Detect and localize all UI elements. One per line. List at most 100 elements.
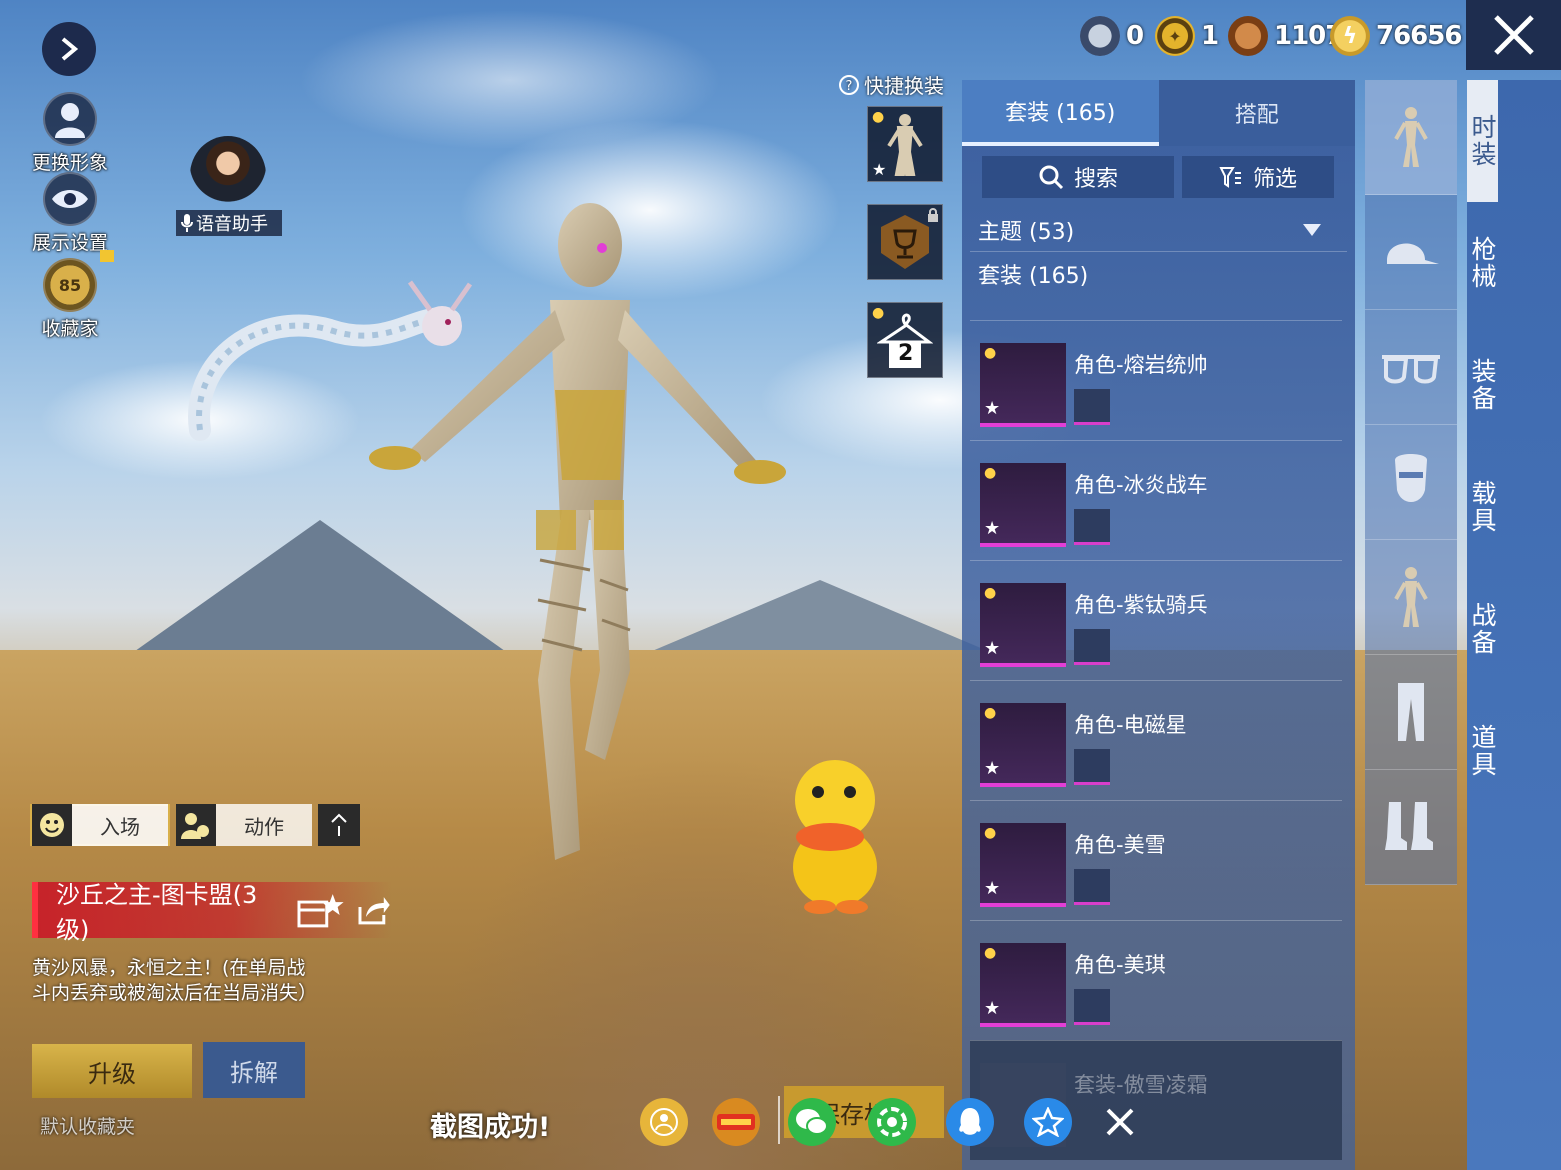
list-item[interactable]: ● ★ 角色-熔岩统帅 bbox=[970, 320, 1342, 440]
upgrade-button[interactable]: 升级 bbox=[32, 1044, 192, 1098]
outfit-mini-thumbnail bbox=[1074, 869, 1110, 905]
list-item[interactable]: ● ★ 角色-美琪 bbox=[970, 920, 1342, 1040]
pose-icon bbox=[176, 804, 216, 846]
assistant-avatar bbox=[190, 136, 266, 214]
character-icon: ● bbox=[984, 945, 997, 961]
quick-change-header[interactable]: ? 快捷换装 bbox=[838, 70, 944, 99]
star-icon: ★ bbox=[984, 758, 1001, 779]
action-label: 动作 bbox=[216, 804, 312, 846]
quick-slot-2[interactable] bbox=[867, 204, 943, 280]
list-item[interactable]: ● ★ 角色-美雪 bbox=[970, 800, 1342, 920]
outfit-name: 角色-美雪 bbox=[1074, 833, 1166, 857]
category-body[interactable] bbox=[1365, 540, 1457, 655]
outfit-name: 角色-熔岩统帅 bbox=[1074, 353, 1208, 377]
search-button[interactable]: 搜索 bbox=[982, 156, 1174, 198]
theme-section[interactable]: 主题 (53) bbox=[970, 208, 1347, 252]
share-game-app-button[interactable] bbox=[712, 1098, 760, 1146]
glasses-icon bbox=[1382, 355, 1440, 384]
tab-suits[interactable]: 套装 (165) bbox=[962, 80, 1159, 146]
right-nav: 时装 枪械 装备 载具 战备 道具 bbox=[1467, 80, 1561, 1170]
outfit-panel: 套装 (165) 搭配 搜索 筛选 主题 (53) 套装 (165) ● ★ 角色… bbox=[962, 80, 1355, 1170]
selected-item-title: 沙丘之主-图卡盟(3级) bbox=[32, 881, 392, 944]
qq-icon bbox=[959, 1108, 981, 1135]
display-settings-button[interactable]: 展示设置 bbox=[30, 172, 110, 255]
close-icon bbox=[1493, 15, 1534, 55]
share-moments-button[interactable] bbox=[868, 1098, 916, 1146]
quick-slot-1[interactable]: ★ ● bbox=[867, 106, 943, 182]
eye-icon bbox=[43, 172, 97, 226]
trophy-icon bbox=[881, 215, 929, 269]
game-logo-icon bbox=[717, 1114, 755, 1130]
suit-section-label: 套装 (165) bbox=[978, 264, 1089, 289]
share-wechat-button[interactable] bbox=[788, 1098, 836, 1146]
smiley-icon bbox=[32, 804, 72, 846]
cap-icon bbox=[1387, 243, 1439, 264]
voice-assistant-button[interactable]: 语音助手 bbox=[176, 132, 282, 236]
quick-slot-3[interactable]: 2 ● bbox=[867, 302, 943, 378]
voice-assistant-label: 语音助手 bbox=[196, 214, 268, 235]
outfit-thumbnail: ● ★ bbox=[980, 343, 1066, 427]
share-friend-button[interactable] bbox=[640, 1098, 688, 1146]
star-icon: ★ bbox=[872, 160, 887, 179]
share-icon[interactable] bbox=[358, 895, 392, 925]
action-button[interactable]: 动作 bbox=[176, 804, 312, 846]
close-icon bbox=[1106, 1108, 1134, 1136]
favorite-folder-icon[interactable] bbox=[297, 892, 345, 928]
list-item[interactable]: 套装-傲雪凌霜 bbox=[970, 1040, 1342, 1160]
filter-button[interactable]: 筛选 bbox=[1182, 156, 1334, 198]
currency-lightning[interactable]: ϟ 76656 bbox=[1330, 12, 1462, 60]
nav-combat-prep[interactable]: 战备 bbox=[1467, 568, 1498, 690]
default-folder-label[interactable]: 默认收藏夹 bbox=[40, 1112, 135, 1139]
collector-button[interactable]: 85 收藏家 bbox=[30, 250, 114, 341]
nav-weapons[interactable]: 枪械 bbox=[1467, 202, 1498, 324]
outfit-thumbnail: ● ★ bbox=[980, 943, 1066, 1027]
nav-equipment[interactable]: 装备 bbox=[1467, 324, 1498, 446]
share-qq-button[interactable] bbox=[946, 1098, 994, 1146]
category-pants[interactable] bbox=[1365, 655, 1457, 770]
share-close-button[interactable] bbox=[1096, 1098, 1144, 1146]
character-icon: ● bbox=[984, 825, 997, 841]
dismantle-button[interactable]: 拆解 bbox=[203, 1042, 305, 1098]
character-icon: ● bbox=[984, 345, 997, 361]
nav-fashion[interactable]: 时装 bbox=[1467, 80, 1498, 202]
mask-icon bbox=[1395, 454, 1427, 502]
tab-match[interactable]: 搭配 bbox=[1158, 80, 1355, 146]
collector-badge-icon: 85 bbox=[43, 258, 97, 312]
nav-items[interactable]: 道具 bbox=[1467, 690, 1498, 812]
pin-icon: ● bbox=[872, 305, 885, 321]
list-item[interactable]: ● ★ 角色-紫钛骑兵 bbox=[970, 560, 1342, 680]
category-shoes[interactable] bbox=[1365, 770, 1457, 885]
outfit-list: ● ★ 角色-熔岩统帅 ● ★ 角色-冰炎战车 ● ★ 角色-紫钛骑兵 ● ★ 角色-电… bbox=[970, 320, 1342, 1160]
category-glasses[interactable] bbox=[1365, 310, 1457, 425]
currency-rank-value: 0 bbox=[1126, 21, 1144, 51]
collector-level: 85 bbox=[58, 275, 82, 295]
entrance-label: 入场 bbox=[72, 804, 168, 846]
outfit-thumbnail: ● ★ bbox=[980, 463, 1066, 547]
collapse-up-button[interactable] bbox=[318, 804, 360, 846]
share-qzone-button[interactable] bbox=[1024, 1098, 1072, 1146]
currency-rank[interactable]: 0 bbox=[1080, 12, 1144, 60]
star-icon: ★ bbox=[984, 878, 1001, 899]
change-avatar-button[interactable]: 更换形象 bbox=[30, 92, 110, 175]
entrance-button[interactable]: 入场 bbox=[30, 804, 170, 846]
currency-gold-token[interactable]: ✦ 1 bbox=[1155, 12, 1219, 60]
category-outfit[interactable] bbox=[1365, 80, 1457, 195]
outfit-mini-thumbnail bbox=[1074, 989, 1110, 1025]
close-button[interactable] bbox=[1466, 0, 1561, 70]
expand-menu-button[interactable] bbox=[42, 22, 96, 76]
category-mask[interactable] bbox=[1365, 425, 1457, 540]
gold-token-icon: ✦ bbox=[1155, 16, 1195, 56]
item-title-text: 沙丘之主-图卡盟(3级) bbox=[56, 881, 258, 944]
nav-vehicles[interactable]: 载具 bbox=[1467, 446, 1498, 568]
outfit-name: 角色-电磁星 bbox=[1074, 713, 1187, 737]
star-icon: ★ bbox=[984, 638, 1001, 659]
list-item[interactable]: ● ★ 角色-电磁星 bbox=[970, 680, 1342, 800]
quick-change-label: 快捷换装 bbox=[864, 74, 944, 98]
category-hat[interactable] bbox=[1365, 195, 1457, 310]
category-strip bbox=[1365, 80, 1457, 888]
suit-section: 套装 (165) bbox=[970, 252, 1347, 296]
currency-bronze[interactable]: 1107 bbox=[1228, 12, 1343, 60]
display-settings-label: 展示设置 bbox=[31, 232, 108, 254]
list-item[interactable]: ● ★ 角色-冰炎战车 bbox=[970, 440, 1342, 560]
moments-icon bbox=[877, 1107, 907, 1137]
